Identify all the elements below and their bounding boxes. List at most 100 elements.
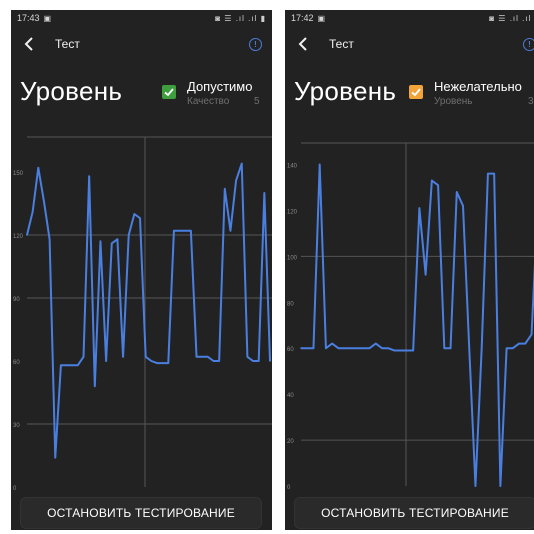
data-point (350, 347, 352, 350)
y-tick-label: 140 (287, 163, 298, 169)
data-point (127, 234, 130, 236)
toolbar: Тест ! (11, 34, 272, 54)
back-arrow-icon[interactable] (21, 35, 39, 53)
quality-label: Качество (187, 96, 230, 107)
y-tick-label: 60 (13, 360, 20, 366)
data-point (518, 342, 520, 345)
data-point (156, 362, 158, 364)
data-point (406, 349, 408, 352)
data-point (468, 347, 471, 350)
data-point (437, 184, 439, 186)
data-point (455, 191, 458, 193)
data-point (356, 347, 358, 350)
y-tick-label: 60 (287, 347, 294, 353)
stop-testing-button[interactable]: ОСТАНОВИТЬ ТЕСТИРОВАНИЕ (20, 497, 262, 529)
status-label: Допустимо (187, 79, 253, 94)
data-point (499, 485, 502, 487)
data-point (71, 364, 74, 366)
data-point (337, 347, 340, 350)
y-tick-label: 120 (287, 209, 298, 215)
data-point (418, 207, 421, 209)
data-point (37, 167, 40, 169)
data-point (530, 333, 533, 336)
data-point (393, 349, 396, 352)
data-point (150, 360, 153, 362)
data-point (300, 347, 302, 350)
back-arrow-icon[interactable] (295, 35, 313, 53)
data-point (190, 230, 192, 232)
data-point (77, 364, 79, 366)
y-tick-label: 150 (13, 171, 24, 177)
data-point (381, 347, 383, 350)
data-point (269, 360, 271, 362)
data-point (54, 456, 57, 459)
page-title: Уровень (294, 76, 397, 106)
data-point (493, 172, 495, 175)
data-point (223, 188, 226, 190)
data-point (240, 162, 243, 165)
y-tick-label: 0 (13, 486, 17, 492)
y-tick-label: 120 (13, 234, 24, 240)
toolbar-title: Тест (329, 37, 354, 51)
data-point (318, 163, 321, 166)
y-tick-label: 0 (287, 485, 291, 491)
data-point (235, 179, 237, 182)
data-point (94, 385, 96, 388)
data-point (257, 360, 260, 362)
data-point (207, 356, 209, 358)
data-point (31, 211, 34, 213)
data-point (387, 347, 390, 350)
status-time: 17:42 (291, 13, 314, 23)
data-point (139, 217, 141, 219)
y-tick-label: 80 (287, 301, 294, 307)
status-label: Нежелательно (434, 79, 522, 94)
data-point (161, 362, 164, 364)
info-icon[interactable]: ! (249, 37, 262, 51)
level-series-line (301, 163, 534, 487)
data-point (99, 240, 102, 243)
data-point (487, 172, 489, 175)
data-point (331, 342, 333, 345)
data-point (512, 347, 514, 350)
level-value: 3 (528, 96, 534, 107)
data-point (82, 356, 85, 358)
phone-screen-left: 17:43 ▣ ◙ ☰ .ıl .ıl ▮ Тест ! Уровень Доп… (11, 10, 272, 530)
data-point (26, 234, 28, 236)
toolbar: Тест ! (285, 34, 534, 54)
data-point (480, 347, 483, 350)
data-point (144, 356, 147, 358)
data-point (524, 342, 527, 345)
data-point (110, 242, 113, 245)
status-time: 17:43 (17, 13, 40, 23)
y-tick-label: 100 (287, 255, 298, 261)
data-point (173, 230, 175, 232)
data-point (306, 347, 309, 350)
data-point (474, 485, 477, 487)
chart-svg: 0 20 40 60 80 100 120 140 (287, 142, 534, 491)
data-point (201, 356, 203, 358)
status-check-icon (409, 85, 423, 99)
data-point (263, 192, 266, 194)
data-point (178, 230, 181, 232)
data-point (60, 364, 62, 366)
data-point (184, 230, 187, 232)
status-bar: 17:43 ▣ ◙ ☰ .ıl .ıl ▮ (11, 10, 272, 26)
level-series-line (26, 162, 271, 459)
data-point (167, 362, 170, 364)
data-point (195, 356, 198, 358)
data-point (229, 230, 232, 232)
level-label: Уровень (434, 96, 473, 107)
data-point (424, 273, 427, 276)
data-point (449, 347, 452, 350)
info-icon[interactable]: ! (523, 37, 534, 51)
y-tick-label: 40 (287, 393, 294, 399)
data-point (246, 356, 249, 358)
data-point (462, 205, 464, 207)
level-chart: 0 30 60 90 120 150 (11, 120, 272, 495)
data-point (368, 347, 371, 350)
stop-testing-button[interactable]: ОСТАНОВИТЬ ТЕСТИРОВАНИЕ (294, 497, 534, 529)
image-notification-icon: ▣ (43, 13, 52, 23)
data-point (212, 360, 215, 362)
data-point (48, 238, 51, 240)
data-point (312, 347, 315, 350)
